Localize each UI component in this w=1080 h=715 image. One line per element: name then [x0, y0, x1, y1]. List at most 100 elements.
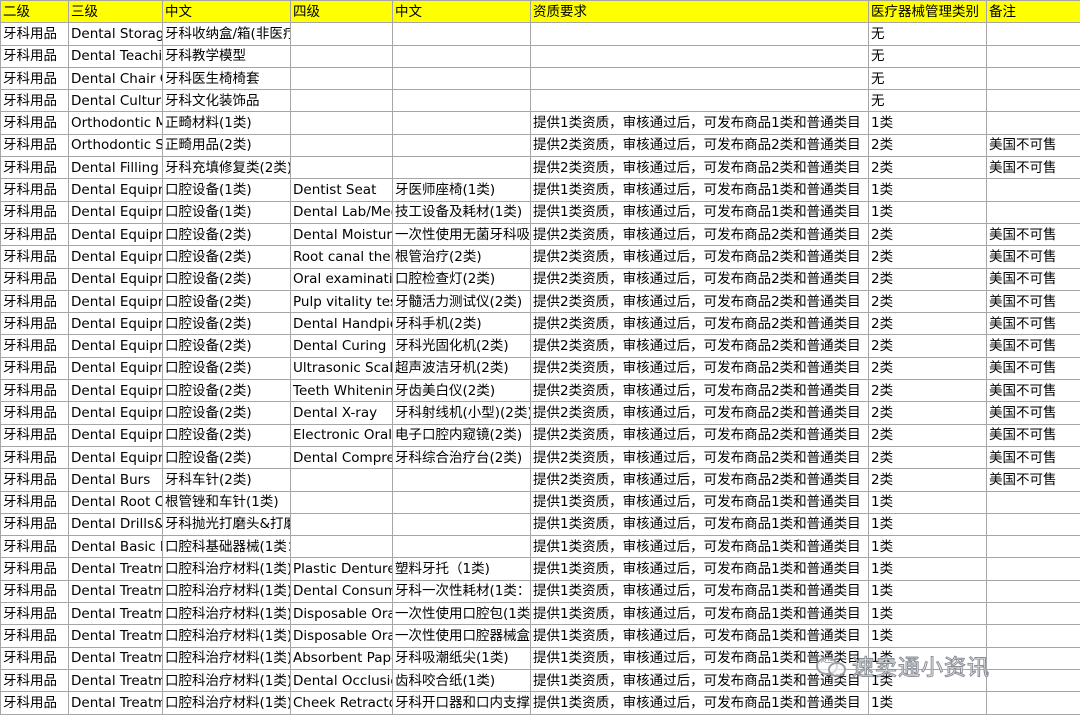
table-cell[interactable]: 根管治疗(2类) [393, 246, 531, 268]
table-cell[interactable] [393, 67, 531, 89]
table-cell[interactable]: 2类 [869, 469, 987, 491]
table-cell[interactable]: 口腔设备(2类) [163, 446, 291, 468]
table-cell[interactable]: Dental Occlusion [291, 669, 393, 691]
table-cell[interactable]: 美国不可售 [987, 424, 1080, 446]
table-cell[interactable] [393, 90, 531, 112]
table-cell[interactable]: 一次性使用无菌牙科吸 [393, 223, 531, 245]
table-cell[interactable]: Cheek Retractor [291, 692, 393, 714]
table-cell[interactable]: 口腔科治疗材料(1类) [163, 603, 291, 625]
table-cell[interactable]: 牙科医生椅椅套 [163, 67, 291, 89]
table-cell[interactable]: Dental Equipment [69, 268, 163, 290]
table-cell[interactable]: 提供1类资质，审核通过后，可发布商品1类和普通类目 [531, 692, 869, 714]
table-cell[interactable]: Dental Treatment [69, 603, 163, 625]
table-cell[interactable]: 牙科教学模型 [163, 45, 291, 67]
table-cell[interactable]: 口腔设备(2类) [163, 335, 291, 357]
table-cell[interactable]: 提供2类资质，审核通过后，可发布商品2类和普通类目 [531, 469, 869, 491]
column-header[interactable]: 中文 [163, 1, 291, 23]
table-cell[interactable]: 牙科用品 [1, 223, 69, 245]
table-cell[interactable]: Dental Comprehensive [291, 446, 393, 468]
table-cell[interactable] [987, 201, 1080, 223]
table-cell[interactable]: 美国不可售 [987, 469, 1080, 491]
table-cell[interactable]: 美国不可售 [987, 380, 1080, 402]
table-cell[interactable]: Orthodontic Supplies [69, 134, 163, 156]
table-cell[interactable]: 牙科用品 [1, 513, 69, 535]
table-cell[interactable]: 1类 [869, 647, 987, 669]
table-cell[interactable] [531, 90, 869, 112]
table-cell[interactable]: 提供2类资质，审核通过后，可发布商品2类和普通类目 [531, 246, 869, 268]
table-cell[interactable]: 提供1类资质，审核通过后，可发布商品1类和普通类目 [531, 669, 869, 691]
table-cell[interactable]: Ultrasonic Scaler [291, 357, 393, 379]
table-cell[interactable]: 提供1类资质，审核通过后，可发布商品1类和普通类目 [531, 112, 869, 134]
table-cell[interactable] [987, 491, 1080, 513]
table-cell[interactable]: 口腔设备(2类) [163, 246, 291, 268]
table-cell[interactable]: 口腔设备(2类) [163, 290, 291, 312]
table-cell[interactable]: Dental Equipment [69, 290, 163, 312]
table-cell[interactable]: 技工设备及耗材(1类) [393, 201, 531, 223]
table-cell[interactable]: Disposable Oral [291, 625, 393, 647]
table-cell[interactable] [291, 23, 393, 45]
table-cell[interactable] [987, 179, 1080, 201]
table-cell[interactable]: 提供1类资质，审核通过后，可发布商品1类和普通类目 [531, 603, 869, 625]
table-cell[interactable]: 2类 [869, 402, 987, 424]
table-cell[interactable]: 牙科用品 [1, 67, 69, 89]
table-cell[interactable]: 一次性使用口腔包(1类 [393, 603, 531, 625]
column-header[interactable]: 四级 [291, 1, 393, 23]
table-cell[interactable]: Dental Curing Light [291, 335, 393, 357]
table-cell[interactable]: 美国不可售 [987, 223, 1080, 245]
table-cell[interactable]: 口腔设备(2类) [163, 313, 291, 335]
table-cell[interactable]: 牙科吸潮纸尖(1类) [393, 647, 531, 669]
table-cell[interactable]: Dental Equipment [69, 357, 163, 379]
table-cell[interactable]: 牙科用品 [1, 246, 69, 268]
table-cell[interactable]: Dental Basic Instruments [69, 536, 163, 558]
table-cell[interactable]: 正畸用品(2类) [163, 134, 291, 156]
table-cell[interactable]: 牙科用品 [1, 692, 69, 714]
table-cell[interactable]: Dental Teaching [69, 45, 163, 67]
table-cell[interactable] [393, 134, 531, 156]
table-cell[interactable]: 美国不可售 [987, 402, 1080, 424]
table-cell[interactable]: 2类 [869, 246, 987, 268]
table-cell[interactable]: 1类 [869, 580, 987, 602]
table-cell[interactable]: 2类 [869, 335, 987, 357]
table-cell[interactable]: 口腔设备(2类) [163, 424, 291, 446]
table-cell[interactable]: Dental Equipment [69, 402, 163, 424]
table-cell[interactable]: 塑料牙托（1类) [393, 558, 531, 580]
table-cell[interactable]: 齿科咬合纸(1类) [393, 669, 531, 691]
table-cell[interactable]: 无 [869, 67, 987, 89]
table-cell[interactable]: 2类 [869, 268, 987, 290]
table-cell[interactable]: 口腔科治疗材料(1类) [163, 647, 291, 669]
table-cell[interactable] [291, 45, 393, 67]
table-cell[interactable]: 牙科用品 [1, 580, 69, 602]
table-cell[interactable]: Dental Handpiece [291, 313, 393, 335]
table-cell[interactable]: Oral examination [291, 268, 393, 290]
table-cell[interactable]: 牙科用品 [1, 402, 69, 424]
table-cell[interactable]: Dental Cultural [69, 90, 163, 112]
column-header[interactable]: 二级 [1, 1, 69, 23]
table-cell[interactable]: Dental Moisture [291, 223, 393, 245]
table-cell[interactable] [291, 536, 393, 558]
table-cell[interactable]: 口腔设备(2类) [163, 402, 291, 424]
table-cell[interactable]: Dental Lab/Medical [291, 201, 393, 223]
table-cell[interactable]: 牙科用品 [1, 157, 69, 179]
table-cell[interactable]: 牙科用品 [1, 469, 69, 491]
table-cell[interactable]: 牙科文化装饰品 [163, 90, 291, 112]
table-cell[interactable]: 牙科用品 [1, 90, 69, 112]
table-cell[interactable]: 牙科用品 [1, 179, 69, 201]
table-cell[interactable]: Dental Equipment [69, 201, 163, 223]
table-cell[interactable]: 美国不可售 [987, 134, 1080, 156]
table-cell[interactable]: 美国不可售 [987, 446, 1080, 468]
table-cell[interactable]: 提供1类资质，审核通过后，可发布商品1类和普通类目 [531, 179, 869, 201]
table-cell[interactable]: 口腔设备(1类) [163, 201, 291, 223]
table-cell[interactable]: Dental Equipment [69, 223, 163, 245]
table-cell[interactable]: 2类 [869, 290, 987, 312]
table-cell[interactable]: 口腔设备(2类) [163, 223, 291, 245]
table-cell[interactable]: 提供1类资质，审核通过后，可发布商品1类和普通类目 [531, 625, 869, 647]
table-cell[interactable]: 美国不可售 [987, 246, 1080, 268]
table-cell[interactable]: 牙科用品 [1, 268, 69, 290]
table-cell[interactable]: Dental Equipment [69, 424, 163, 446]
table-cell[interactable]: 口腔设备(2类) [163, 357, 291, 379]
table-cell[interactable] [393, 469, 531, 491]
table-cell[interactable]: 提供2类资质，审核通过后，可发布商品2类和普通类目 [531, 157, 869, 179]
table-cell[interactable]: 1类 [869, 558, 987, 580]
table-cell[interactable] [987, 647, 1080, 669]
table-cell[interactable] [291, 469, 393, 491]
